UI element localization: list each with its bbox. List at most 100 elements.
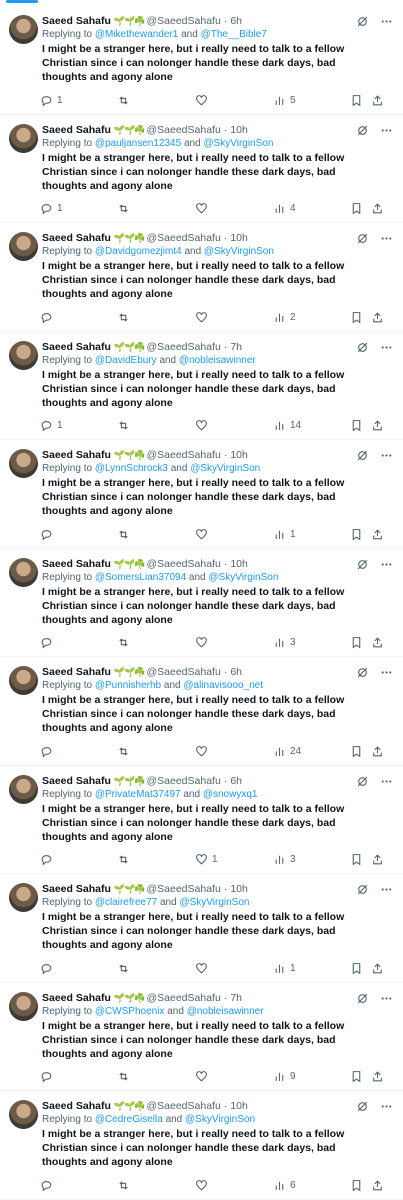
share-button[interactable]: [371, 853, 384, 866]
bookmark-button[interactable]: [350, 1070, 363, 1083]
avatar[interactable]: [9, 123, 38, 153]
reply-button[interactable]: 1: [40, 419, 63, 432]
share-button[interactable]: [371, 1179, 384, 1192]
retweet-button[interactable]: [117, 745, 130, 758]
mention-link[interactable]: @PrivateMat37497: [95, 789, 181, 800]
bookmark-button[interactable]: [350, 202, 363, 215]
like-button[interactable]: [195, 202, 212, 215]
views-button[interactable]: 1: [273, 962, 296, 975]
retweet-button[interactable]: [117, 853, 130, 866]
author-handle[interactable]: @SaeedSahafu: [147, 991, 221, 1005]
avatar[interactable]: [9, 15, 38, 44]
reply-button[interactable]: [40, 311, 57, 324]
author-name[interactable]: Saeed Sahafu: [42, 448, 111, 462]
retweet-button[interactable]: [117, 1179, 130, 1192]
tweet-time[interactable]: 10h: [230, 882, 248, 896]
grok-icon[interactable]: [356, 15, 369, 28]
mention-link[interactable]: @alinavisooo_net: [183, 680, 263, 691]
share-button[interactable]: [371, 419, 384, 432]
author-name[interactable]: Saeed Sahafu: [42, 14, 111, 28]
mention-link[interactable]: @Davidgomezjimt4: [95, 246, 182, 257]
bookmark-button[interactable]: [350, 853, 363, 866]
bookmark-button[interactable]: [350, 311, 363, 324]
share-button[interactable]: [371, 311, 384, 324]
share-button[interactable]: [371, 962, 384, 975]
reply-button[interactable]: [40, 528, 57, 541]
author-name[interactable]: Saeed Sahafu: [42, 1099, 111, 1113]
author-handle[interactable]: @SaeedSahafu: [147, 14, 221, 28]
mention-link[interactable]: @SomersLian37094: [95, 572, 186, 583]
views-button[interactable]: 3: [273, 636, 296, 649]
retweet-button[interactable]: [117, 962, 130, 975]
views-button[interactable]: 3: [273, 853, 296, 866]
avatar[interactable]: [9, 557, 38, 587]
views-button[interactable]: 5: [273, 94, 296, 107]
mention-link[interactable]: @CWSPhoenix: [95, 1006, 165, 1017]
tweet-time[interactable]: 10h: [230, 557, 248, 571]
retweet-button[interactable]: [117, 94, 130, 107]
mention-link[interactable]: @SkyVirginSon: [190, 463, 260, 474]
reply-button[interactable]: 1: [40, 202, 63, 215]
tweet[interactable]: Saeed Sahafu 🌱🌱☘️ @SaeedSahafu · 6h Repl…: [0, 6, 403, 115]
grok-icon[interactable]: [356, 1100, 369, 1113]
tweet-time[interactable]: 7h: [230, 991, 242, 1005]
more-icon[interactable]: [380, 124, 393, 137]
author-handle[interactable]: @SaeedSahafu: [147, 123, 221, 137]
mention-link[interactable]: @SkyVirginSon: [179, 897, 249, 908]
mention-link[interactable]: @The__Bible7: [201, 29, 267, 40]
author-handle[interactable]: @SaeedSahafu: [147, 231, 221, 245]
author-handle[interactable]: @SaeedSahafu: [147, 340, 221, 354]
author-handle[interactable]: @SaeedSahafu: [147, 882, 221, 896]
avatar[interactable]: [9, 774, 38, 804]
author-name[interactable]: Saeed Sahafu: [42, 665, 111, 679]
share-button[interactable]: [371, 528, 384, 541]
more-icon[interactable]: [380, 1100, 393, 1113]
tweet[interactable]: Saeed Sahafu 🌱🌱☘️ @SaeedSahafu · 7h Repl…: [0, 332, 403, 440]
mention-link[interactable]: @nobleisawinner: [187, 1006, 264, 1017]
more-icon[interactable]: [380, 449, 393, 462]
tweet-time[interactable]: 6h: [230, 14, 242, 28]
mention-link[interactable]: @CedreGisella: [95, 1114, 163, 1125]
retweet-button[interactable]: [117, 311, 130, 324]
share-button[interactable]: [371, 636, 384, 649]
bookmark-button[interactable]: [350, 636, 363, 649]
more-icon[interactable]: [380, 775, 393, 788]
author-handle[interactable]: @SaeedSahafu: [147, 1099, 221, 1113]
reply-button[interactable]: [40, 1179, 57, 1192]
mention-link[interactable]: @Punnisherhb: [95, 680, 161, 691]
mention-link[interactable]: @SkyVirginSon: [203, 138, 273, 149]
bookmark-button[interactable]: [350, 528, 363, 541]
share-button[interactable]: [371, 202, 384, 215]
mention-link[interactable]: @SkyVirginSon: [204, 246, 274, 257]
author-name[interactable]: Saeed Sahafu: [42, 231, 111, 245]
tweet-time[interactable]: 10h: [230, 448, 248, 462]
retweet-button[interactable]: [117, 419, 130, 432]
like-button[interactable]: [195, 745, 212, 758]
grok-icon[interactable]: [356, 449, 369, 462]
bookmark-button[interactable]: [350, 745, 363, 758]
share-button[interactable]: [371, 1070, 384, 1083]
author-handle[interactable]: @SaeedSahafu: [147, 665, 221, 679]
tweet[interactable]: Saeed Sahafu 🌱🌱☘️ @SaeedSahafu · 10h Rep…: [0, 440, 403, 549]
reply-button[interactable]: [40, 636, 57, 649]
more-icon[interactable]: [380, 15, 393, 28]
tweet[interactable]: Saeed Sahafu 🌱🌱☘️ @SaeedSahafu · 7h Repl…: [0, 983, 403, 1091]
bookmark-button[interactable]: [350, 1179, 363, 1192]
retweet-button[interactable]: [117, 1070, 130, 1083]
author-name[interactable]: Saeed Sahafu: [42, 340, 111, 354]
tweet[interactable]: Saeed Sahafu 🌱🌱☘️ @SaeedSahafu · 10h Rep…: [0, 874, 403, 983]
retweet-button[interactable]: [117, 202, 130, 215]
mention-link[interactable]: @nobleisawinner: [179, 355, 256, 366]
like-button[interactable]: [195, 94, 212, 107]
tweet[interactable]: Saeed Sahafu 🌱🌱☘️ @SaeedSahafu · 10h Rep…: [0, 549, 403, 657]
grok-icon[interactable]: [356, 558, 369, 571]
like-button[interactable]: 1: [195, 853, 218, 866]
author-name[interactable]: Saeed Sahafu: [42, 882, 111, 896]
tweet[interactable]: Saeed Sahafu 🌱🌱☘️ @SaeedSahafu · 10h Rep…: [0, 115, 403, 223]
mention-link[interactable]: @pauljansen12345: [95, 138, 181, 149]
author-name[interactable]: Saeed Sahafu: [42, 123, 111, 137]
tweet-time[interactable]: 6h: [230, 774, 242, 788]
like-button[interactable]: [195, 419, 212, 432]
bookmark-button[interactable]: [350, 962, 363, 975]
views-button[interactable]: 1: [273, 528, 296, 541]
